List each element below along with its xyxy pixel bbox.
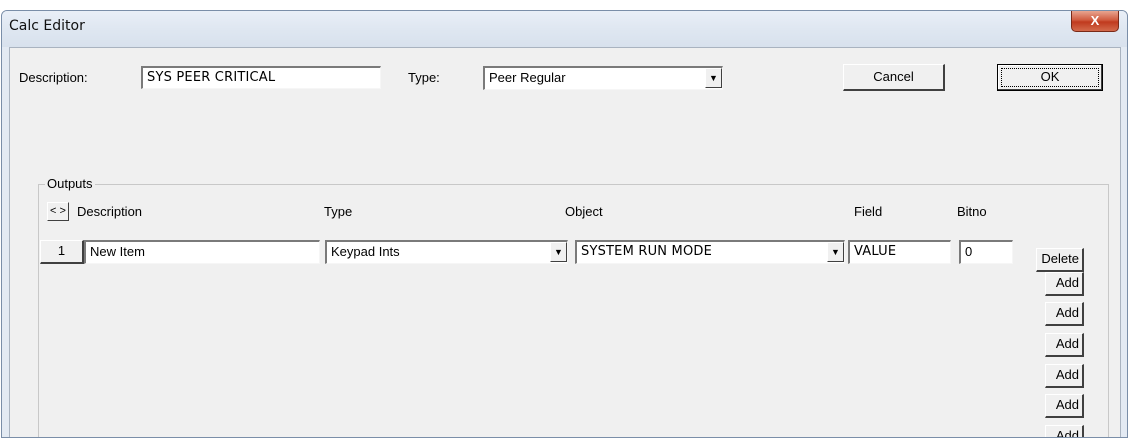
delete-row-button[interactable]: Delete xyxy=(1036,248,1084,272)
type-select[interactable]: Peer Regular ▼ xyxy=(483,66,723,90)
close-button[interactable]: X xyxy=(1071,11,1119,32)
row-index-button[interactable]: 1 xyxy=(40,240,84,264)
delete-row-label: Delete xyxy=(1041,251,1079,266)
title-bar[interactable]: Calc Editor X xyxy=(2,11,1127,47)
chevron-down-icon[interactable]: ▼ xyxy=(827,242,844,262)
chevron-down-icon[interactable]: ▼ xyxy=(705,68,722,88)
cancel-button[interactable]: Cancel xyxy=(843,64,945,91)
description-field[interactable]: SYS PEER CRITICAL xyxy=(141,66,381,89)
window-title: Calc Editor xyxy=(9,18,85,34)
add-row-label: Add xyxy=(1055,336,1079,351)
column-header-bitno: Bitno xyxy=(957,204,987,219)
row-object-select-value: SYSTEM RUN MODE xyxy=(581,244,713,259)
row-bitno-input[interactable]: 0 xyxy=(959,240,1013,264)
row-index-label: 1 xyxy=(57,243,66,258)
outputs-group xyxy=(38,184,1109,437)
close-icon: X xyxy=(1090,13,1100,28)
cancel-button-label: Cancel xyxy=(873,69,914,84)
chevron-down-icon[interactable]: ▼ xyxy=(550,242,567,262)
add-row-label: Add xyxy=(1055,367,1079,382)
ok-button[interactable]: OK xyxy=(997,64,1103,91)
type-label: Type: xyxy=(408,70,440,85)
add-row-button[interactable]: Add xyxy=(1045,272,1084,296)
outputs-group-label: Outputs xyxy=(45,176,95,191)
column-header-field: Field xyxy=(854,204,883,219)
add-row-label: Add xyxy=(1055,275,1079,290)
add-row-label: Add xyxy=(1055,428,1079,438)
row-field-input[interactable]: VALUE xyxy=(848,240,951,264)
add-row-label: Add xyxy=(1055,305,1079,320)
navigate-button[interactable]: < > xyxy=(47,202,69,221)
chevron-left-right-icon: < > xyxy=(50,205,66,217)
add-row-button[interactable]: Add xyxy=(1045,425,1084,438)
type-select-value: Peer Regular xyxy=(489,70,566,85)
description-label: Description: xyxy=(19,70,88,85)
row-type-select[interactable]: Keypad Ints ▼ xyxy=(325,240,568,264)
dialog-body: Description: SYS PEER CRITICAL Type: Pee… xyxy=(9,47,1121,438)
calc-editor-window: Calc Editor X Description: SYS PEER CRIT… xyxy=(1,10,1128,438)
add-row-button[interactable]: Add xyxy=(1045,333,1084,357)
add-row-button[interactable]: Add xyxy=(1045,302,1084,326)
row-object-select[interactable]: SYSTEM RUN MODE ▼ xyxy=(575,240,845,264)
focus-rectangle xyxy=(1001,68,1099,87)
add-row-button[interactable]: Add xyxy=(1045,364,1084,388)
column-header-type: Type xyxy=(324,204,353,219)
add-row-button[interactable]: Add xyxy=(1045,394,1084,418)
row-type-select-value: Keypad Ints xyxy=(331,244,400,259)
column-header-description: Description xyxy=(77,204,143,219)
row-description-field[interactable]: New Item xyxy=(84,240,320,264)
add-row-label: Add xyxy=(1055,397,1079,412)
column-header-object: Object xyxy=(565,204,603,219)
